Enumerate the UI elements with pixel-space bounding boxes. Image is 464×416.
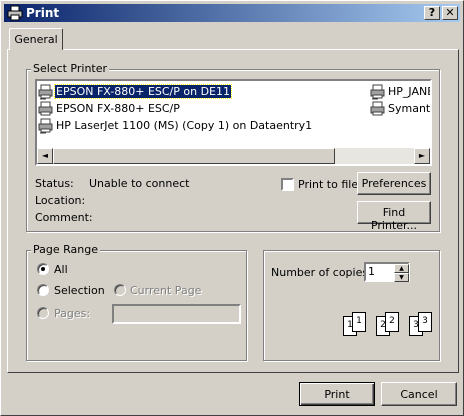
pages-radio[interactable] [37, 307, 49, 319]
copies-spin-up-button[interactable]: ▲ [394, 264, 409, 273]
printer-item-label: EPSON FX-880+ ESC/P on DE11 [53, 84, 233, 99]
printer-icon [370, 101, 385, 115]
print-to-file-label[interactable]: Print to file [298, 178, 358, 191]
copies-spin-down-button[interactable]: ▼ [394, 273, 409, 282]
printer-item-label: HP_JANE [388, 85, 432, 98]
title-bar[interactable]: Print ? ✕ [4, 4, 460, 22]
network-printer-icon [370, 84, 385, 99]
collate-page: 1 [352, 312, 366, 332]
cancel-button-label: Cancel [400, 388, 438, 401]
find-printer-button-label: Find Printer... [370, 206, 418, 232]
pages-input[interactable] [112, 304, 241, 324]
tab-general[interactable]: General [9, 28, 63, 50]
close-button[interactable]: ✕ [442, 6, 458, 20]
status-label: Status: [35, 177, 74, 190]
printer-item[interactable]: EPSON FX-880+ ESC/P on DE11 [38, 83, 233, 100]
find-printer-button[interactable]: Find Printer... [357, 201, 431, 232]
printer-icon [7, 5, 23, 21]
status-value: Unable to connect [89, 177, 190, 190]
location-label: Location: [35, 194, 86, 207]
network-printer-icon [38, 118, 53, 133]
page-range-label: Page Range [31, 243, 100, 256]
preferences-button[interactable]: Preferences [357, 172, 431, 195]
cancel-button[interactable]: Cancel [381, 382, 457, 406]
print-to-file-checkbox[interactable] [281, 178, 294, 191]
help-button[interactable]: ? [424, 6, 440, 20]
current-page-radio-label[interactable]: Current Page [130, 284, 201, 297]
printer-item[interactable]: HP_JANE [370, 83, 432, 100]
horizontal-scrollbar[interactable]: ◄ ► [37, 148, 430, 164]
all-radio-label[interactable]: All [54, 263, 68, 276]
printer-item[interactable]: Symante [370, 100, 431, 117]
collate-page: 3 [418, 312, 432, 332]
number-of-copies-label: Number of copies: [271, 266, 372, 279]
all-radio[interactable] [37, 263, 49, 275]
preferences-button-label: Preferences [361, 177, 427, 190]
print-dialog: Print ? ✕ General Select Printer EPSON F… [0, 0, 464, 416]
scroll-right-button[interactable]: ► [414, 148, 430, 164]
pages-radio-label[interactable]: Pages: [54, 307, 90, 320]
collate-page: 2 [385, 312, 399, 332]
selection-radio-label[interactable]: Selection [54, 284, 105, 297]
current-page-radio[interactable] [114, 284, 126, 296]
comment-label: Comment: [35, 211, 93, 224]
network-printer-icon [38, 84, 53, 99]
print-button-label: Print [324, 388, 350, 401]
print-button[interactable]: Print [299, 382, 375, 406]
printer-list[interactable]: EPSON FX-880+ ESC/P on DE11 EPSON FX-880… [35, 79, 432, 166]
printer-item-label: HP LaserJet 1100 (MS) (Copy 1) on Dataen… [56, 119, 313, 132]
scroll-thumb[interactable] [53, 148, 335, 164]
scroll-left-button[interactable]: ◄ [37, 148, 53, 164]
printer-icon [38, 101, 53, 115]
printer-item-label: Symante [388, 102, 431, 115]
printer-item[interactable]: HP LaserJet 1100 (MS) (Copy 1) on Dataen… [38, 117, 313, 134]
selection-radio[interactable] [37, 284, 49, 296]
printer-item[interactable]: EPSON FX-880+ ESC/P [38, 100, 181, 117]
select-printer-label: Select Printer [31, 62, 110, 75]
printer-item-label: EPSON FX-880+ ESC/P [56, 102, 180, 115]
window-title: Print [26, 6, 60, 20]
tab-general-label: General [14, 33, 58, 46]
copies-input-value: 1 [368, 265, 375, 278]
